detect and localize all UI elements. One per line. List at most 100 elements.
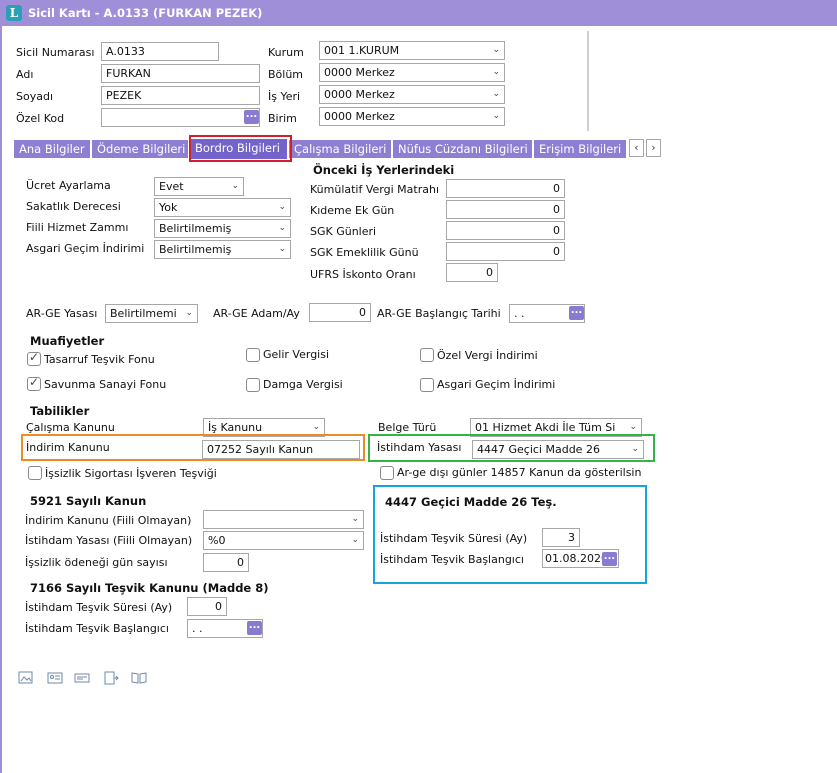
title-bar: L Sicil Kartı - A.0133 (FURKAN PEZEK) (0, 0, 837, 26)
madde26-sure-label: İstihdam Teşvik Süresi (Ay) (380, 532, 528, 545)
savunma-checkbox[interactable]: ✓ (27, 375, 41, 391)
book-icon[interactable] (131, 671, 147, 685)
window-title: Sicil Kartı - A.0133 (FURKAN PEZEK) (28, 6, 263, 20)
arge-yasasi-label: AR-GE Yasası (26, 307, 98, 320)
istihdam-yasasi-select[interactable]: 4447 Geçici Madde 26 ⌄ (472, 440, 644, 459)
chevron-down-icon: ⌄ (631, 444, 639, 454)
asgari-gecim-checkbox[interactable] (420, 378, 434, 392)
ufrs-field[interactable]: 0 (446, 263, 498, 282)
istihdam-fiili-olmayan-select[interactable]: %0 ⌄ (203, 531, 364, 550)
chevron-down-icon: ⌄ (278, 223, 286, 233)
issizlik-odenegi-field[interactable]: 0 (203, 553, 249, 572)
id-card-icon[interactable] (47, 671, 63, 685)
gelir-vergisi-checkbox[interactable] (246, 348, 260, 362)
birim-label: Birim (268, 112, 297, 125)
madde26-date-button[interactable]: ... (602, 552, 617, 566)
asgari-gecim-label: Asgari Geçim İndirimi (26, 242, 145, 255)
kumulatif-vergi-field[interactable]: 0 (446, 179, 565, 198)
indirim-kanunu-field[interactable]: 07252 Sayılı Kanun (202, 440, 360, 459)
kideme-ek-gun-field[interactable]: 0 (446, 200, 565, 219)
chevron-down-icon: ⌄ (278, 244, 286, 254)
kanun7166-date-button[interactable]: ... (247, 621, 262, 635)
sicil-no-label: Sicil Numarası (16, 46, 95, 59)
savunma-label: Savunma Sanayi Fonu (44, 378, 167, 391)
kanun7166-sure-label: İstihdam Teşvik Süresi (Ay) (25, 601, 173, 614)
isyeri-label: İş Yeri (268, 90, 301, 103)
chevron-down-icon: ⌄ (278, 202, 286, 212)
check-icon: ✓ (29, 375, 40, 389)
tab-scroll-right-icon[interactable]: › (646, 139, 661, 157)
madde26-baslangic-label: İstihdam Teşvik Başlangıcı (380, 553, 524, 566)
isyeri-select[interactable]: 0000 Merkez ⌄ (319, 85, 505, 104)
issizlik-sigortasi-checkbox[interactable] (28, 466, 42, 480)
app-logo-icon: L (6, 5, 22, 21)
sgk-gunleri-field[interactable]: 0 (446, 221, 565, 240)
belge-turu-label: Belge Türü (378, 421, 437, 434)
arge-baslangic-label: AR-GE Başlangıç Tarihi (377, 307, 501, 320)
onceki-heading: Önceki İş Yerlerindeki (313, 163, 455, 177)
damga-vergisi-label: Damga Vergisi (263, 378, 343, 391)
kideme-ek-gun-label: Kıdeme Ek Gün (310, 204, 395, 217)
tasarruf-checkbox[interactable]: ✓ (27, 350, 41, 366)
document-link-icon[interactable] (103, 671, 119, 685)
tab-scroll-left-icon[interactable]: ‹ (629, 139, 644, 157)
sakatlik-label: Sakatlık Derecesi (26, 200, 121, 213)
kanun7166-baslangic-label: İstihdam Teşvik Başlangıcı (25, 622, 169, 635)
highlight-red-box (189, 135, 292, 162)
issizlik-odenegi-label: İşsizlik ödeneği gün sayısı (25, 556, 168, 569)
kanun5921-heading: 5921 Sayılı Kanun (30, 494, 147, 508)
sakatlik-select[interactable]: Yok ⌄ (154, 198, 291, 217)
indirim-fiili-olmayan-label: İndirim Kanunu (Fiili Olmayan) (25, 514, 192, 527)
ozel-kod-label: Özel Kod (16, 112, 65, 125)
kurum-select[interactable]: 001 1.KURUM ⌄ (319, 41, 505, 60)
arge-yasasi-select[interactable]: Belirtilmemiş ⌄ (105, 304, 198, 323)
tab-ana-bilgiler[interactable]: Ana Bilgiler (14, 140, 90, 158)
soyadi-field[interactable]: PEZEK (101, 86, 260, 105)
chevron-down-icon: ⌄ (351, 514, 359, 524)
gelir-vergisi-label: Gelir Vergisi (263, 348, 330, 361)
tab-odeme-bilgileri[interactable]: Ödeme Bilgileri (92, 140, 188, 158)
tabilikler-heading: Tabilikler (30, 404, 90, 418)
damga-vergisi-checkbox[interactable] (246, 378, 260, 392)
indirim-fiili-olmayan-select[interactable]: ⌄ (203, 510, 364, 529)
asgari-gecim-muaf-label: Asgari Geçim İndirimi (437, 378, 556, 391)
tasarruf-label: Tasarruf Teşvik Fonu (44, 353, 155, 366)
ufrs-label: UFRS İskonto Oranı (310, 268, 416, 281)
chevron-down-icon: ⌄ (351, 535, 359, 545)
tab-erisim-bilgileri[interactable]: Erişim Bilgileri (534, 140, 626, 158)
window-left-border (0, 26, 2, 773)
muafiyetler-heading: Muafiyetler (30, 334, 105, 348)
adi-label: Adı (16, 68, 34, 81)
ucret-ayarlama-select[interactable]: Evet ⌄ (154, 177, 244, 196)
madde26-sure-field[interactable]: 3 (542, 528, 580, 547)
arge-adam-field[interactable]: 0 (309, 303, 371, 322)
ozel-kod-field[interactable] (101, 108, 260, 127)
arge-baslangic-date-button[interactable]: ... (569, 306, 584, 320)
ozel-kod-lookup-button[interactable]: ... (244, 110, 259, 124)
kanun7166-sure-field[interactable]: 0 (187, 597, 227, 616)
fiili-hizmet-label: Fiili Hizmet Zammı (26, 221, 129, 234)
fiili-hizmet-select[interactable]: Belirtilmemiş ⌄ (154, 219, 291, 238)
sgk-emeklilik-field[interactable]: 0 (446, 242, 565, 261)
picture-icon[interactable] (18, 671, 34, 685)
chevron-down-icon: ⌄ (231, 181, 239, 191)
birim-select[interactable]: 0000 Merkez ⌄ (319, 107, 505, 126)
adi-field[interactable]: FURKAN (101, 64, 260, 83)
kurum-label: Kurum (268, 46, 304, 59)
kumulatif-vergi-label: Kümülatif Vergi Matrahı (310, 183, 439, 196)
tab-calisma-bilgileri[interactable]: Çalışma Bilgileri (289, 140, 391, 158)
istihdam-fiili-olmayan-label: İstihdam Yasası (Fiili Olmayan) (25, 534, 193, 547)
ozel-vergi-checkbox[interactable] (420, 348, 434, 362)
soyadi-label: Soyadı (16, 90, 54, 103)
arge-disi-checkbox[interactable] (380, 466, 394, 480)
bolum-label: Bölüm (268, 68, 304, 81)
sgk-gunleri-label: SGK Günleri (310, 225, 377, 238)
asgari-gecim-select[interactable]: Belirtilmemiş ⌄ (154, 240, 291, 259)
kanun7166-heading: 7166 Sayılı Teşvik Kanunu (Madde 8) (30, 581, 269, 595)
bolum-select[interactable]: 0000 Merkez ⌄ (319, 63, 505, 82)
tab-nufus-cuzdani-bilgileri[interactable]: Nüfus Cüzdanı Bilgileri (393, 140, 532, 158)
sicil-no-field[interactable]: A.0133 (101, 42, 219, 61)
card-icon[interactable] (74, 671, 90, 685)
arge-disi-label: Ar-ge dışı günler 14857 Kanun da gösteri… (397, 466, 642, 479)
tab-bar: Ana Bilgiler Ödeme Bilgileri Bordro Bilg… (14, 139, 662, 159)
